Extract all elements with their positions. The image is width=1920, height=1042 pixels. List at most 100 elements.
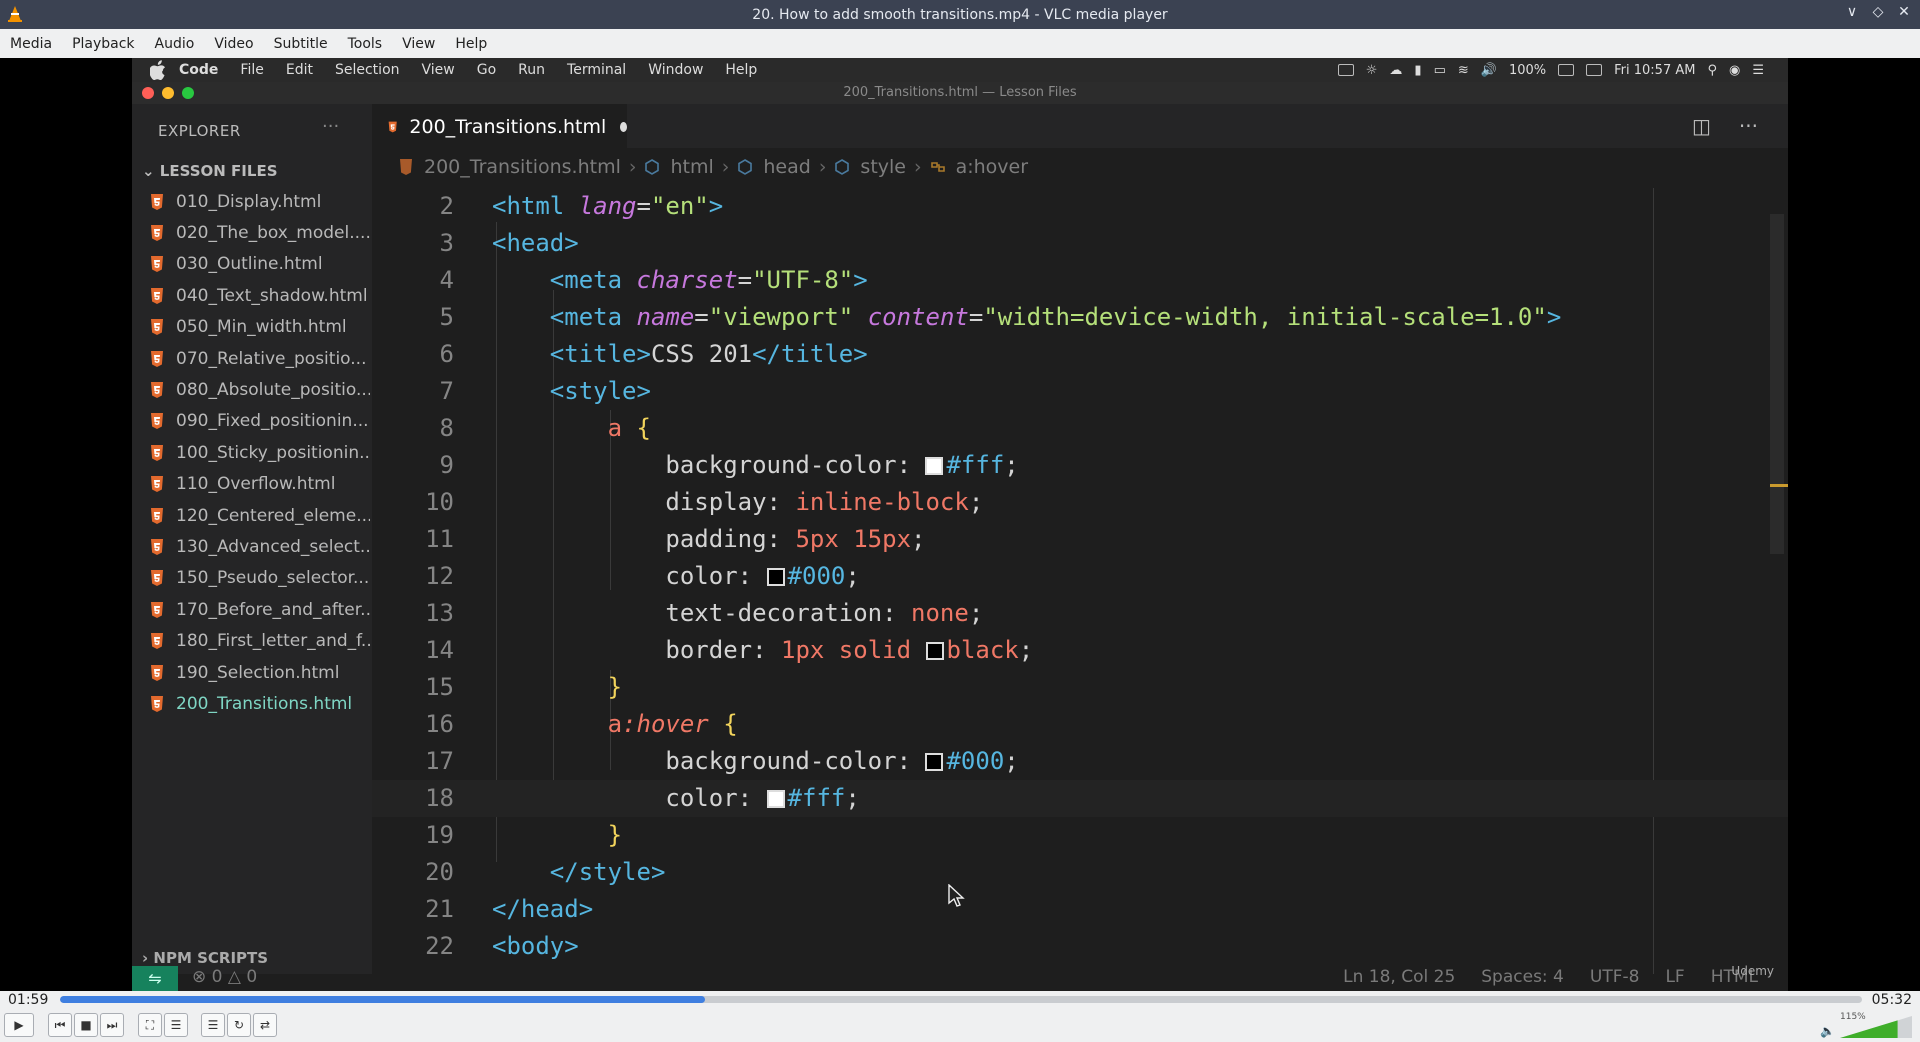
more-icon: ··· [1738,114,1758,138]
menu-view[interactable]: View [392,36,445,52]
volume-slider[interactable]: 115% [1840,1012,1912,1038]
file-item[interactable]: 050_Min_width.html [150,312,370,343]
loop-button[interactable]: ↻ [227,1013,251,1037]
play-button[interactable]: ▶ [4,1013,34,1037]
breadcrumb-file: 200_Transitions.html [398,156,621,178]
lesson-files-section: ⌄ LESSON FILES [142,162,278,180]
file-item[interactable]: 180_First_letter_and_f... [150,625,370,656]
file-item[interactable]: 030_Outline.html [150,249,370,280]
stop-button[interactable]: ■ [74,1013,98,1037]
color-swatch[interactable] [925,753,944,771]
extended-settings-button[interactable]: ☰ [164,1013,188,1037]
file-item[interactable]: 010_Display.html [150,186,370,217]
file-item[interactable]: 200_Transitions.html [150,688,370,719]
battery-percent: 100% [1508,62,1547,78]
close-icon[interactable]: ✕ [1896,4,1912,20]
elapsed-time: 01:59 [8,992,49,1008]
file-item[interactable]: 090_Fixed_positionin... [150,406,370,437]
tab-bar: 200_Transitions.html ◫ ··· [372,104,1788,148]
problems-indicator[interactable]: ⊗ 0 △ 0 [192,967,257,987]
explorer-sidebar: EXPLORER ··· ⌄ LESSON FILES 010_Display.… [132,104,372,974]
file-item[interactable]: 170_Before_and_after... [150,594,370,625]
end-of-line[interactable]: LF [1665,967,1684,987]
file-item[interactable]: 020_The_box_model.... [150,217,370,248]
html5-icon [400,159,412,175]
unsaved-dot-icon [620,122,627,132]
html5-icon [151,413,163,430]
code-area[interactable]: 2 <html lang="en"> 3 <head> 4 <meta charse… [372,188,1788,965]
next-button[interactable]: ⏭ [100,1013,124,1037]
minimize-icon[interactable]: ∨ [1844,4,1860,20]
file-item[interactable]: 120_Centered_eleme... [150,500,370,531]
status-bar: ⇋ ⊗ 0 △ 0 Ln 18, Col 25 Spaces: 4 UTF-8 … [132,964,1788,991]
menu-playback[interactable]: Playback [62,36,144,52]
mouse-cursor-icon [948,884,965,907]
code-line: 5 <meta name="viewport" content="width=d… [439,303,1562,331]
udemy-watermark: Udemy [1731,964,1774,978]
vscode-window-title: 200_Transitions.html — Lesson Files [843,85,1077,100]
menu-help[interactable]: Help [445,36,497,52]
warning-icon: △ [227,967,241,987]
siri-icon: ◉ [1729,62,1741,78]
mac-menu-code: Code [179,62,219,78]
html5-icon [151,350,163,367]
volume-level: 115% [1840,1012,1866,1022]
vlc-cone-icon [8,6,22,22]
maximize-icon[interactable]: ◇ [1870,4,1886,20]
code-line: 16 a:hover { [425,710,738,738]
bars-icon: ▮ [1414,62,1422,78]
minimize-dot-icon [162,87,174,99]
spotlight-icon: ⚲ [1707,62,1717,78]
shuffle-icon: ⇄ [259,1018,271,1032]
file-item[interactable]: 150_Pseudo_selector... [150,563,370,594]
remote-icon[interactable]: ⇋ [132,966,178,991]
file-item[interactable]: 190_Selection.html [150,657,370,688]
encoding[interactable]: UTF-8 [1590,967,1640,987]
html5-icon [151,193,163,210]
previous-icon: ⏮ [54,1017,66,1032]
shuffle-button[interactable]: ⇄ [253,1013,277,1037]
editor: 200_Transitions.html ◫ ··· 200_Transitio… [372,104,1788,974]
file-item[interactable]: 100_Sticky_positionin... [150,437,370,468]
playlist-button[interactable]: ☰ [201,1013,225,1037]
color-swatch[interactable] [766,568,785,586]
video-frame[interactable]: Code File Edit Selection View Go Run Ter… [0,58,1920,991]
code-line: 19 } [425,821,623,849]
clock: Fri 10:57 AM [1614,62,1696,78]
previous-button[interactable]: ⏮ [48,1013,72,1037]
html5-icon [151,601,163,618]
selector-icon [930,162,945,172]
menu-video[interactable]: Video [204,36,263,52]
menu-audio[interactable]: Audio [145,36,205,52]
element-icon [645,159,660,175]
file-item[interactable]: 040_Text_shadow.html [150,280,370,311]
equalizer-icon: ☰ [170,1018,182,1032]
menu-media[interactable]: Media [0,36,62,52]
cursor-position[interactable]: Ln 18, Col 25 [1343,967,1455,987]
file-item[interactable]: 130_Advanced_select... [150,531,370,562]
explorer-title: EXPLORER [158,122,241,140]
code-line: 9 background-color: #fff; [439,451,1019,479]
mac-menu-go: Go [476,62,497,78]
total-time[interactable]: 05:32 [1872,992,1912,1008]
file-item[interactable]: 110_Overflow.html [150,469,370,500]
menu-tools[interactable]: Tools [338,36,393,52]
mac-menu-selection: Selection [334,62,400,78]
indentation[interactable]: Spaces: 4 [1481,967,1564,987]
fullscreen-button[interactable]: ⛶ [138,1013,162,1037]
color-swatch[interactable] [925,642,944,660]
seek-slider[interactable] [60,996,1862,1003]
next-icon: ⏭ [106,1017,118,1032]
color-swatch[interactable] [925,457,944,475]
file-item[interactable]: 080_Absolute_positio... [150,374,370,405]
vscode-window: 200_Transitions.html — Lesson Files EXPL… [132,82,1788,991]
speaker-icon[interactable]: 🔈 [1820,1024,1835,1038]
file-item[interactable]: 070_Relative_positio... [150,343,370,374]
play-icon: ▶ [14,1018,24,1032]
breadcrumb: 200_Transitions.html › html › head › sty… [398,154,1028,180]
seekbar-row: 01:59 05:32 [0,991,1920,1008]
display-icon [1586,64,1603,76]
menu-subtitle[interactable]: Subtitle [264,36,338,52]
code-line: 6 <title>CSS 201</title> [439,340,868,368]
color-swatch[interactable] [766,790,785,808]
